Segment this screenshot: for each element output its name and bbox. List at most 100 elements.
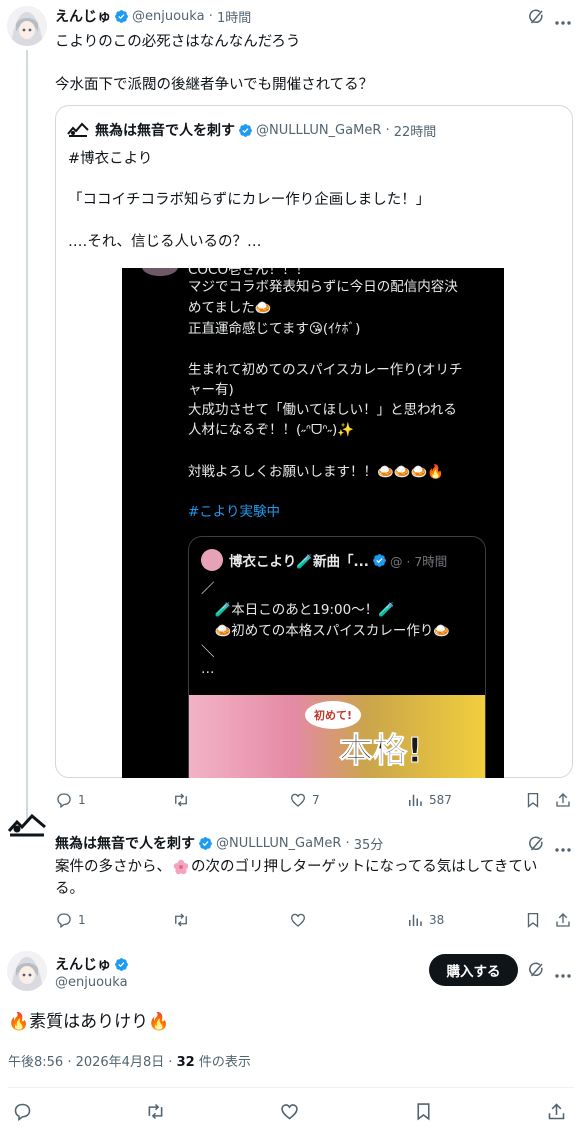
share-button[interactable] [546,1101,567,1122]
ss-inner-avatar [201,549,223,571]
retweet-button[interactable] [145,1101,166,1122]
grok-icon[interactable] [527,8,545,26]
bookmark-button[interactable] [413,1101,434,1122]
heart-icon [290,913,306,927]
display-name[interactable]: えんじゅ [55,954,111,974]
like-button[interactable] [279,1101,300,1122]
buy-button[interactable]: 購入する [429,954,518,986]
main-name-row: えんじゅ [55,954,132,974]
views-count: 38 [429,913,445,927]
timestamp[interactable]: 1時間 [217,7,251,26]
verified-icon [115,9,128,23]
ss-inner-name: 博衣こより🧪新曲「... [229,554,369,570]
quote-hashtag[interactable]: #博衣こより [68,148,152,170]
ss-avatar [142,268,178,276]
handle[interactable]: @enjuouka [55,975,128,990]
ss-inner-time: @ · 7時間 [389,553,448,569]
avatar-image [7,951,47,991]
tweet1-text-line1: こよりのこの必死さはなんなんだろう [55,34,301,50]
quote-header: 無為は無音で人を刺す @NULLLUN_GaMeR · 22時間 [95,120,436,140]
quote-handle: @NULLLUN_GaMeR [256,122,382,138]
views-icon [409,914,422,926]
tweet2-header: 無為は無音で人を刺す @NULLLUN_GaMeR · 35分 [55,833,383,853]
ss-line: めてました🍛 [188,300,272,316]
ss-line: 大成功させて「働いてほしい！」と思われる [188,402,457,418]
tweet2-text-after: の次のゴリ押しターゲットになってる気はしてきてい [191,859,538,875]
timestamp[interactable]: 35分 [354,834,384,853]
avatar-image [7,6,47,46]
reply-icon [14,1103,31,1121]
more-icon[interactable] [554,14,572,25]
bookmark-icon [417,1103,430,1121]
quote-avatar [67,122,89,138]
views-icon [409,794,422,806]
separator-dot: · [381,122,394,138]
divider [8,1087,574,1088]
share-icon [556,793,570,807]
handle[interactable]: @NULLLUN_GaMeR [216,836,341,851]
heart-icon [281,1104,298,1120]
share-icon [548,1103,565,1120]
quote-timestamp: 22時間 [393,124,437,140]
ss-hashtag: #こより実験中 [188,504,281,520]
quote-text-line1: 「ココイチコラボ知らずにカレー作り企画しました！」 [68,192,431,208]
ss-line: 対戦よろしくお願いします！！🍛🍛🍛🔥 [188,464,445,480]
bookmark-button[interactable] [524,791,542,809]
grok-icon[interactable] [527,961,545,979]
tweet1-text-line2: 今水面下で派閥の後継者争いでも開催されてる？ [55,77,374,93]
retweet-icon [175,913,187,927]
verified-icon [199,836,212,850]
reply-icon [57,793,71,809]
ss-line: 正直運命感じてます😘(ｲｹﾎﾞ) [188,321,361,337]
reply-button[interactable] [12,1101,33,1122]
avatar[interactable] [7,951,47,991]
quote-display-name[interactable]: 無為は無音で人を刺す [95,120,235,140]
verified-icon [115,957,128,971]
heart-icon [290,793,306,807]
retweet-button[interactable] [172,791,195,809]
retweet-icon [175,793,187,807]
view-suffix: 件の表示 [194,1055,251,1070]
reply-button[interactable]: 1 [55,791,86,809]
ss-inner-card: 博衣こより🧪新曲「... @ · 7時間 ／ 🧪本日このあと19:00～！🧪 🍛… [188,536,486,778]
bookmark-icon [527,792,539,808]
main-tweet-text: 🔥素質はありけり🔥 [8,1012,170,1032]
views-button[interactable]: 38 [406,911,444,929]
ss-line: 人材になるぞ！！(˶ᐢᗜᐢ˶)✨ [188,422,355,438]
more-icon[interactable] [554,967,572,978]
quote-media-image[interactable]: COCO壱さん！！！ マジでコラボ発表知らずに今日の配信内容決 めてました🍛 正… [122,268,504,778]
view-count: 32 [176,1055,195,1070]
avatar[interactable] [7,6,47,46]
tweet2-text-line2: る。 [55,881,84,897]
quote-text-line2: ‥‥それ、信じる人いるの？… [68,234,262,250]
handle[interactable]: @enjuouka [132,9,205,24]
reply-count: 1 [78,913,86,927]
ss-line: マジでコラボ発表知らずに今日の配信内容決 [188,279,458,295]
reply-count: 1 [78,793,86,807]
bookmark-icon [527,912,539,928]
display-name[interactable]: えんじゅ [55,6,111,26]
share-button[interactable] [554,911,572,929]
reply-button[interactable]: 1 [55,911,86,929]
retweet-button[interactable] [172,911,195,929]
avatar[interactable] [7,813,47,839]
thread-line [26,50,28,820]
verified-icon [239,123,252,137]
ss-inner-header: 博衣こより🧪新曲「... @ · 7時間 [229,550,448,571]
grok-icon[interactable] [527,835,545,853]
ss-inner-banner: 初めて! 本格! [189,695,485,778]
like-button[interactable] [289,911,312,929]
like-button[interactable]: 7 [289,791,320,809]
ss-line: ャー有) [188,382,234,398]
more-icon[interactable] [554,841,572,852]
main-timestamp[interactable]: 午後8:56 · 2026年4月8日 · [8,1055,177,1070]
ss-inner-line: … [201,661,215,677]
share-button[interactable] [554,791,572,809]
ss-line: 生まれて初めてのスパイスカレー作り(オリチ [188,362,463,378]
display-name[interactable]: 無為は無音で人を刺す [55,833,195,853]
verified-icon [373,553,386,567]
ss-inner-line: ／ [201,581,215,597]
avatar-image [7,813,46,837]
views-button[interactable]: 587 [406,791,452,809]
bookmark-button[interactable] [524,911,542,929]
